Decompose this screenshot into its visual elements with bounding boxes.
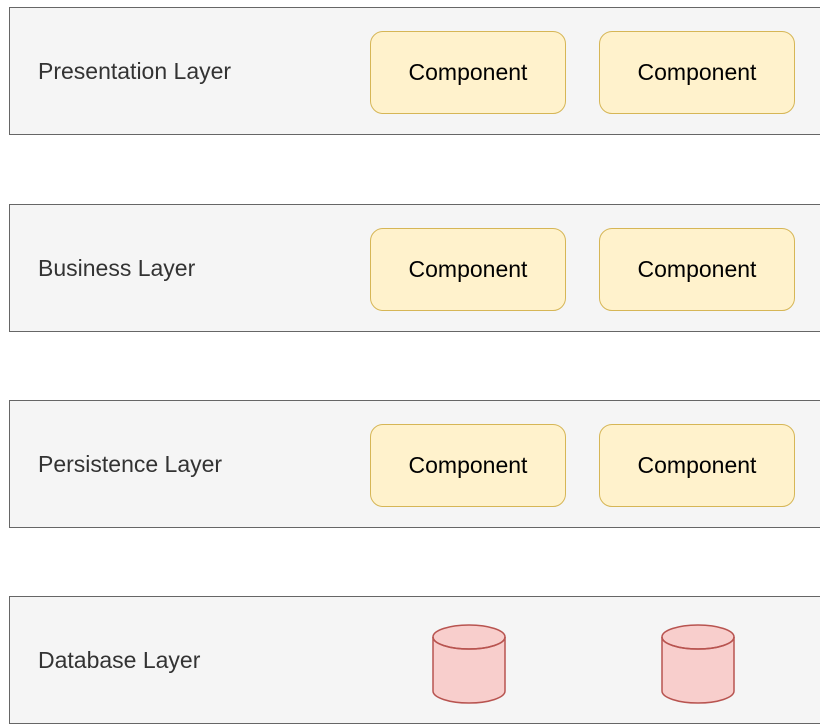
presentation-layer: Presentation Layer Component Component bbox=[9, 7, 820, 135]
persistence-component-1[interactable]: Component bbox=[370, 424, 566, 507]
persistence-layer-label: Persistence Layer bbox=[38, 450, 223, 477]
presentation-layer-label: Presentation Layer bbox=[38, 57, 232, 84]
business-component-2[interactable]: Component bbox=[599, 228, 795, 311]
business-component-1[interactable]: Component bbox=[370, 228, 566, 311]
persistence-layer: Persistence Layer Component Component bbox=[9, 400, 820, 528]
database-layer: Database Layer bbox=[9, 596, 820, 724]
business-layer: Business Layer Component Component bbox=[9, 204, 820, 332]
presentation-component-2[interactable]: Component bbox=[599, 31, 795, 114]
business-layer-label: Business Layer bbox=[38, 254, 196, 281]
presentation-component-1[interactable]: Component bbox=[370, 31, 566, 114]
database-layer-label: Database Layer bbox=[38, 646, 201, 673]
database-icon[interactable] bbox=[431, 623, 507, 705]
persistence-component-2[interactable]: Component bbox=[599, 424, 795, 507]
database-icon[interactable] bbox=[660, 623, 736, 705]
